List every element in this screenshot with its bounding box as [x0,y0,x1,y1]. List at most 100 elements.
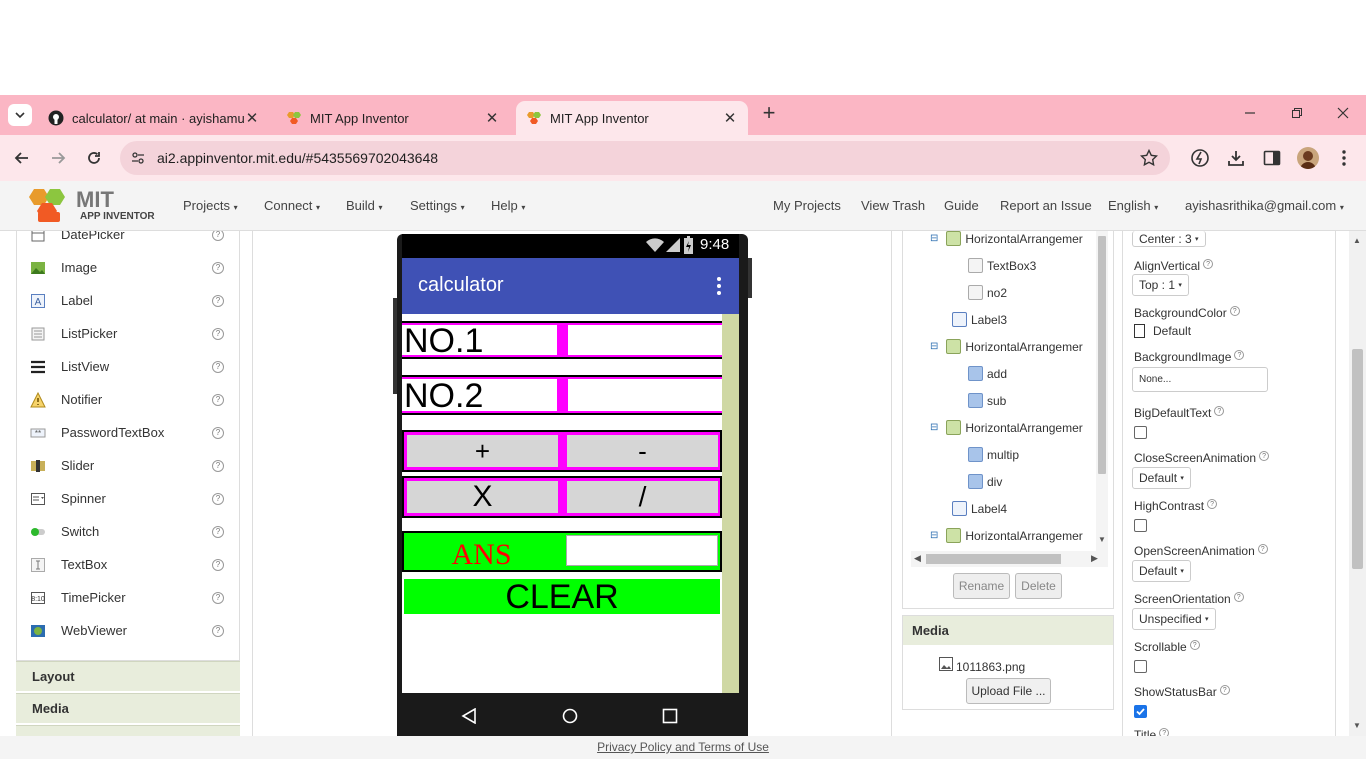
textbox-no2[interactable] [568,379,722,411]
palette-item-switch[interactable]: Switch? [17,515,239,548]
kebab-menu-icon[interactable] [1336,148,1352,168]
page-scrollbar[interactable]: ▲ ▼ [1349,231,1366,736]
app-inventor-logo[interactable]: MIT APP INVENTOR [28,186,155,226]
upload-file-button[interactable]: Upload File ... [966,678,1051,704]
help-icon[interactable]: ? [1203,259,1214,269]
scroll-right-arrow-icon[interactable]: ▶ [1091,553,1098,564]
link-report-issue[interactable]: Report an Issue [1000,198,1092,213]
help-icon[interactable]: ? [212,231,224,241]
palette-section-layout[interactable]: Layout [16,661,240,691]
overflow-menu-icon[interactable] [716,276,722,296]
minimize-button[interactable] [1240,103,1260,123]
screen-orientation-select[interactable]: Unspecified ▾ [1132,608,1216,630]
profile-avatar[interactable] [1297,147,1319,169]
nav-back-icon[interactable] [461,708,477,724]
url-text[interactable]: ai2.appinventor.mit.edu/#543556970204364… [157,150,438,166]
close-screen-animation-select[interactable]: Default ▾ [1132,467,1191,489]
align-vertical-select[interactable]: Top : 1 ▾ [1132,274,1189,296]
language-menu[interactable]: English ▾ [1108,198,1158,213]
help-icon[interactable]: ? [1259,451,1270,461]
tree-node-label4[interactable]: Label4 [952,501,1007,516]
link-my-projects[interactable]: My Projects [773,198,841,213]
tree-node-multip[interactable]: multip [968,447,1019,462]
scroll-left-arrow-icon[interactable]: ◀ [914,553,921,564]
reload-button[interactable] [84,148,104,168]
close-icon[interactable]: ✕ [244,109,260,127]
help-icon[interactable]: ? [212,591,224,604]
clear-button[interactable]: CLEAR [404,579,720,615]
new-tab-button[interactable]: + [758,102,780,125]
tree-node-no2[interactable]: no2 [968,285,1007,300]
open-screen-animation-select[interactable]: Default ▾ [1132,560,1191,582]
page-scroll-thumb[interactable] [1352,349,1363,569]
show-status-bar-checkbox[interactable] [1134,705,1147,718]
help-icon[interactable]: ? [212,459,224,472]
extension-icon[interactable] [1190,148,1210,168]
close-window-button[interactable] [1333,103,1353,123]
tree-node-sub[interactable]: sub [968,393,1006,408]
sub-button[interactable]: - [567,435,718,467]
help-icon[interactable]: ? [212,360,224,373]
big-default-text-checkbox[interactable] [1134,426,1147,439]
help-icon[interactable]: ? [212,393,224,406]
help-icon[interactable]: ? [1257,544,1268,554]
help-icon[interactable]: ? [212,294,224,307]
browser-tab-github[interactable]: calculator/ at main · ayishamuu ✕ [38,101,270,135]
textbox-no1[interactable] [568,325,722,355]
back-button[interactable] [12,148,32,168]
account-menu[interactable]: ayishasrithika@gmail.com ▾ [1185,198,1344,213]
side-panel-icon[interactable] [1262,148,1282,168]
help-icon[interactable]: ? [1233,592,1244,602]
collapse-icon[interactable]: ⊟ [930,422,938,433]
help-icon[interactable]: ? [1214,406,1225,416]
palette-section-media[interactable]: Media [16,693,240,723]
browser-tab-appinventor-2[interactable]: MIT App Inventor ✕ [516,101,748,135]
scrollable-checkbox[interactable] [1134,660,1147,673]
tree-node-arrangement[interactable]: ⊟ HorizontalArrangemer [930,420,1083,435]
tree-node-div[interactable]: div [968,474,1002,489]
privacy-link[interactable]: Privacy Policy and Terms of Use [597,740,769,754]
close-icon[interactable]: ✕ [722,109,738,127]
link-guide[interactable]: Guide [944,198,979,213]
nav-recents-icon[interactable] [662,708,678,724]
help-icon[interactable]: ? [212,624,224,637]
palette-item-textbox[interactable]: TextBox? [17,548,239,581]
menu-help[interactable]: Help ▾ [491,198,525,213]
divide-button[interactable]: / [567,481,718,513]
close-icon[interactable]: ✕ [484,109,500,127]
media-file-name[interactable]: 1011863.png [956,660,1025,674]
tree-scrollbar-h[interactable]: ◀ ▶ [911,551,1108,567]
collapse-icon[interactable]: ⊟ [930,530,938,541]
palette-item-webviewer[interactable]: WebViewer? [17,614,239,647]
palette-item-listpicker[interactable]: ListPicker? [17,317,239,350]
rename-button[interactable]: Rename [953,573,1010,599]
help-icon[interactable]: ? [212,525,224,538]
help-icon[interactable]: ? [212,558,224,571]
tree-node-arrangement[interactable]: ⊟ HorizontalArrangemer [930,528,1083,543]
help-icon[interactable]: ? [1234,350,1245,360]
tree-scrollbar-v[interactable]: ▼ [1096,231,1108,551]
palette-item-listview[interactable]: ListView? [17,350,239,383]
high-contrast-checkbox[interactable] [1134,519,1147,532]
tree-node-label3[interactable]: Label3 [952,312,1007,327]
align-horizontal-select[interactable]: Center : 3 ▾ [1132,231,1206,247]
palette-item-image[interactable]: Image? [17,251,239,284]
help-icon[interactable]: ? [212,327,224,340]
palette-section-next[interactable] [16,725,240,736]
site-info-icon[interactable] [130,150,146,166]
menu-build[interactable]: Build ▾ [346,198,383,213]
link-view-trash[interactable]: View Trash [861,198,925,213]
palette-item-slider[interactable]: Slider? [17,449,239,482]
menu-connect[interactable]: Connect ▾ [264,198,320,213]
tree-node-textbox3[interactable]: TextBox3 [968,258,1036,273]
palette-item-datepicker[interactable]: DatePicker? [17,231,239,251]
nav-home-icon[interactable] [562,708,578,724]
add-button[interactable]: + [407,435,558,467]
tree-scroll-thumb-h[interactable] [926,554,1061,564]
tree-node-arrangement[interactable]: ⊟ HorizontalArrangemer [930,231,1083,246]
help-icon[interactable]: ? [1219,685,1230,695]
collapse-icon[interactable]: ⊟ [930,341,938,352]
palette-item-notifier[interactable]: Notifier? [17,383,239,416]
collapse-icon[interactable]: ⊟ [930,233,938,244]
help-icon[interactable]: ? [1189,640,1200,650]
